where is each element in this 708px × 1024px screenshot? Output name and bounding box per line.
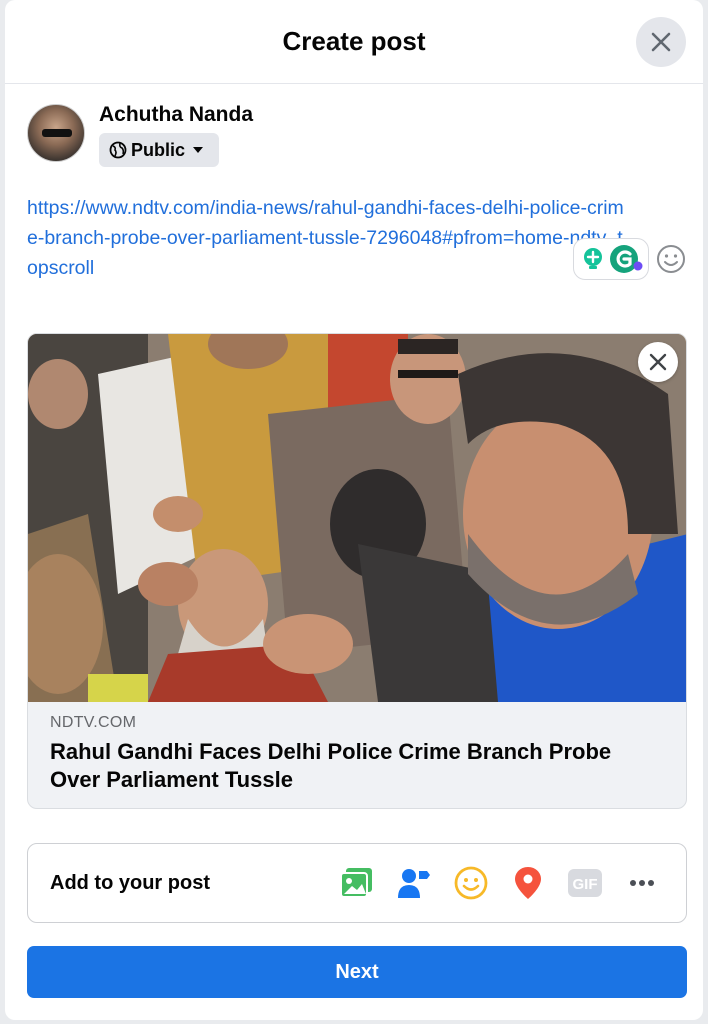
check-in-button[interactable]: [506, 861, 550, 905]
audience-selector-button[interactable]: Public: [99, 133, 220, 167]
svg-text:GIF: GIF: [573, 876, 598, 893]
link-preview-card[interactable]: NDTV.COM Rahul Gandhi Faces Delhi Police…: [27, 333, 687, 809]
dialog-title: Create post: [282, 26, 426, 56]
next-button[interactable]: Next: [27, 946, 687, 998]
photo-video-icon: [340, 868, 372, 898]
writing-assistant-toolbar: [573, 238, 649, 280]
feeling-activity-button[interactable]: [449, 861, 493, 905]
link-preview-image: [28, 334, 686, 702]
lightbulb-icon[interactable]: [579, 245, 607, 273]
grammarly-icon[interactable]: [608, 241, 644, 277]
close-button[interactable]: [636, 17, 686, 67]
globe-icon: [109, 141, 127, 159]
audience-label: Public: [131, 139, 186, 160]
dialog-header: Create post: [5, 0, 703, 84]
photo-video-button[interactable]: [335, 861, 379, 905]
more-options-button[interactable]: [620, 861, 664, 905]
author-row: Achutha Nanda Public: [27, 103, 254, 167]
news-photo: [28, 334, 686, 702]
author-name: Achutha Nanda: [99, 103, 254, 126]
close-icon: [649, 353, 667, 371]
feeling-icon: [454, 866, 488, 900]
more-icon: [630, 880, 654, 886]
gif-button[interactable]: GIF: [563, 861, 607, 905]
create-post-dialog: Create post Achutha Nanda Public https:/…: [5, 0, 703, 1020]
composer-tools: [573, 238, 687, 280]
gif-icon: GIF: [568, 869, 602, 897]
emoji-picker-icon[interactable]: [655, 243, 687, 275]
check-in-icon: [515, 867, 541, 899]
post-text-input[interactable]: https://www.ndtv.com/india-news/rahul-ga…: [27, 193, 627, 283]
add-to-post-bar: Add to your post GIF: [27, 843, 687, 923]
tag-people-icon: [398, 869, 430, 898]
caret-down-icon: [193, 147, 204, 153]
tag-people-button[interactable]: [392, 861, 436, 905]
avatar[interactable]: [27, 104, 85, 162]
link-domain: NDTV.COM: [50, 714, 137, 731]
link-preview-info: NDTV.COM Rahul Gandhi Faces Delhi Police…: [28, 702, 686, 794]
remove-preview-button[interactable]: [638, 342, 678, 382]
add-to-post-label[interactable]: Add to your post: [50, 872, 322, 895]
link-title: Rahul Gandhi Faces Delhi Police Crime Br…: [50, 739, 612, 792]
close-icon: [651, 32, 671, 52]
